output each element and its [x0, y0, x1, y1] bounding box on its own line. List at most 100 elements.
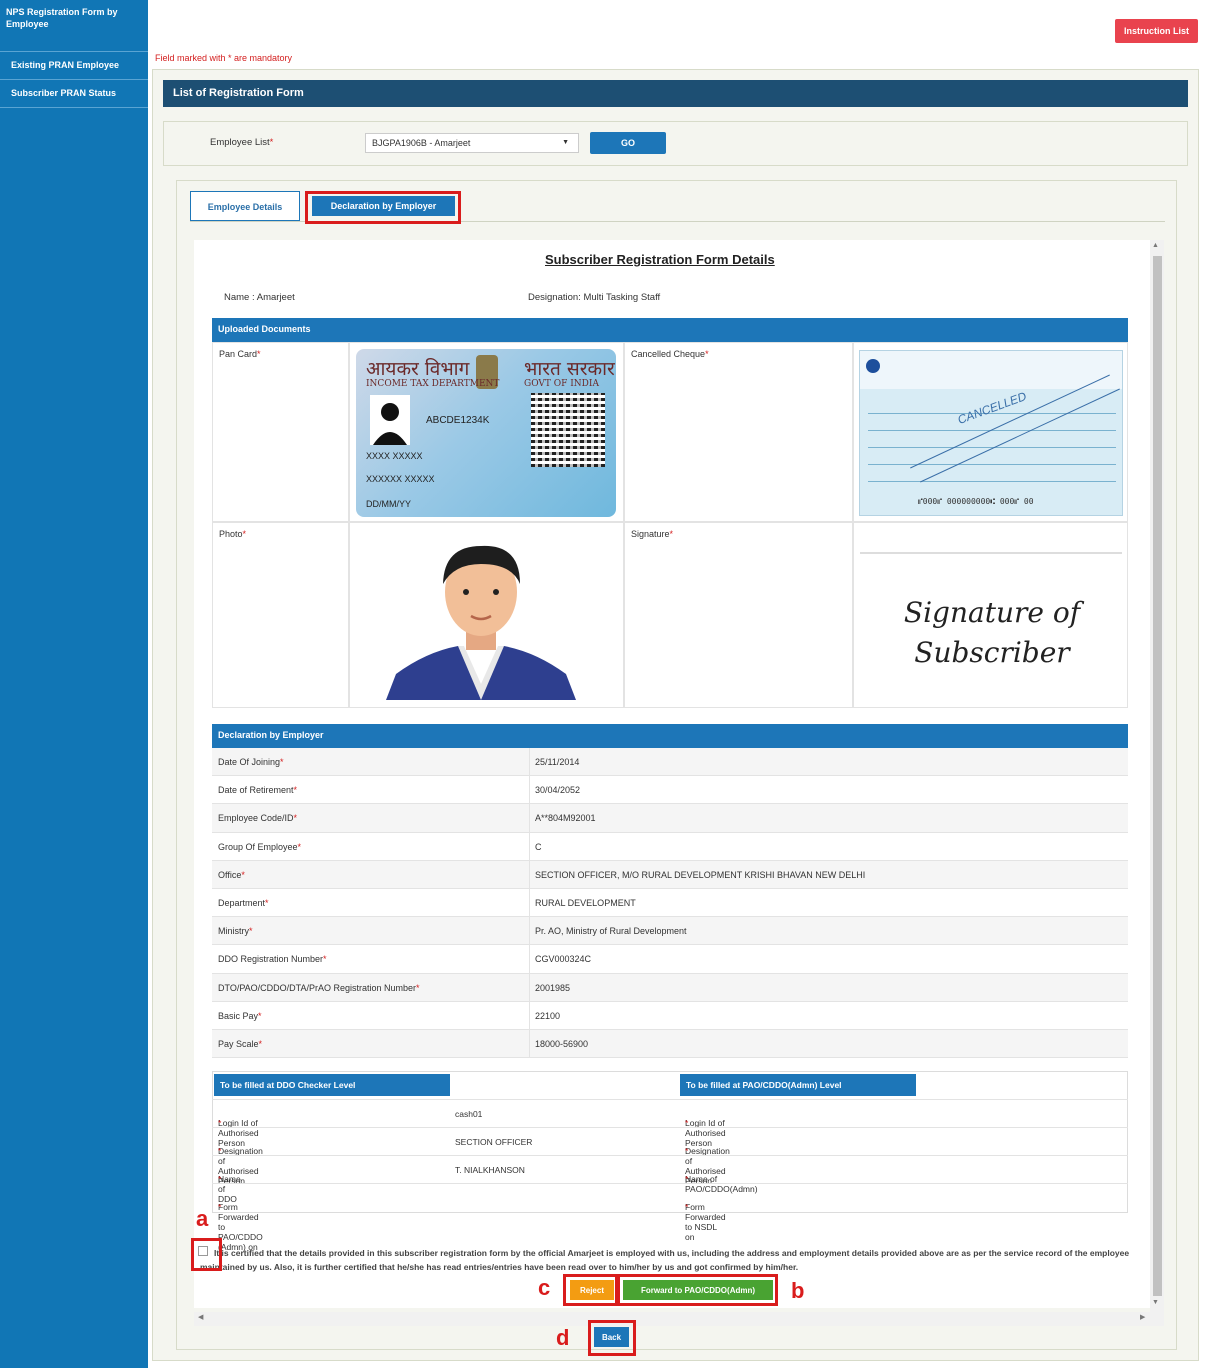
- qr-code-overlay: [531, 393, 605, 467]
- declaration-row: DTO/PAO/CDDO/DTA/PrAO Registration Numbe…: [212, 973, 1128, 1002]
- sidebar-item-nps-registration[interactable]: NPS Registration Form by Employee: [0, 0, 148, 52]
- highlight-box-tab: [305, 191, 461, 224]
- highlight-box-forward: [617, 1274, 778, 1306]
- signature-image: Signature of Subscriber: [903, 596, 1081, 669]
- pan-eng-left: INCOME TAX DEPARTMENT: [366, 379, 500, 389]
- declaration-row: Group Of Employee* C: [212, 832, 1128, 861]
- certification-text: It is certified that the details provide…: [200, 1248, 1130, 1272]
- cell-divider: [529, 973, 530, 1001]
- tab-employee-details[interactable]: Employee Details: [190, 191, 300, 221]
- checker-row: Designation of Authorised Person * SECTION…: [212, 1127, 1128, 1186]
- declaration-field-value: SECTION OFFICER, M/O RURAL DEVELOPMENT K…: [535, 869, 866, 880]
- highlight-box-back: [588, 1320, 636, 1356]
- panel-title: List of Registration Form: [163, 80, 1188, 107]
- cell-divider: [529, 776, 530, 804]
- declaration-field-label: Date of Retirement*: [218, 785, 298, 796]
- declaration-field-label: Office*: [218, 869, 245, 880]
- instruction-list-button[interactable]: Instruction List: [1115, 19, 1198, 43]
- sidebar-item-pran-status[interactable]: Subscriber PRAN Status: [0, 80, 148, 108]
- annotation-d: d: [556, 1325, 570, 1350]
- declaration-row: Department* RURAL DEVELOPMENT: [212, 888, 1128, 918]
- declaration-field-value: A**804M92001: [535, 813, 596, 824]
- declaration-field-label: Date Of Joining*: [218, 757, 284, 767]
- pan-card-image: आयकर विभाग भारत सरकार INCOME TAX DEPARTM…: [356, 349, 616, 517]
- declaration-row: Date Of Joining* 25/11/2014: [212, 748, 1128, 777]
- declaration-row: Basic Pay* 22100: [212, 1001, 1128, 1030]
- pao-level-header: To be filled at PAO/CDDO(Admn) Level: [680, 1074, 916, 1096]
- declaration-header: Declaration by Employer: [212, 724, 1128, 748]
- cell-divider: [529, 748, 530, 776]
- ddo-field-value: SECTION OFFICER: [455, 1137, 533, 1147]
- highlight-box-reject: [563, 1274, 618, 1306]
- scroll-down-icon[interactable]: ▼: [1152, 1299, 1159, 1306]
- subscriber-designation: Designation: Multi Tasking Staff: [528, 292, 661, 303]
- subscriber-name: Name : Amarjeet: [224, 292, 295, 303]
- checker-row: Name of DDO * T. NIALKHANSON Name of PAO/CD…: [212, 1155, 1128, 1204]
- declaration-field-label: Ministry*: [218, 926, 253, 937]
- pan-hindi-left: आयकर विभाग: [366, 358, 470, 380]
- declaration-field-label: Employee Code/ID*: [218, 813, 298, 824]
- cancelled-cheque-image: CANCELLED ⑈000⑈ 000000000⑆ 000⑈ 00: [859, 350, 1123, 516]
- ddo-field-value: T. NIALKHANSON: [455, 1165, 525, 1175]
- declaration-field-value: 22100: [535, 1010, 561, 1021]
- pan-dob: DD/MM/YY: [366, 499, 411, 509]
- subscriber-photo: [386, 534, 576, 700]
- ddo-field-value: cash01: [455, 1109, 483, 1119]
- annotation-a: a: [196, 1206, 209, 1231]
- pan-number: ABCDE1234K: [426, 415, 490, 426]
- declaration-field-label: DDO Registration Number*: [218, 954, 327, 965]
- checker-row: Form Forwarded to PAO/CDDO (Admn) on * For…: [212, 1183, 1128, 1252]
- declaration-field-value: 25/11/2014: [535, 757, 580, 767]
- sidebar: NPS Registration Form by Employee Existi…: [0, 0, 148, 1368]
- scroll-left-icon[interactable]: ◀: [198, 1313, 203, 1321]
- declaration-row: Pay Scale* 18000-56900: [212, 1029, 1128, 1059]
- ddo-checker-header: To be filled at DDO Checker Level: [214, 1074, 450, 1096]
- signature-label-cell: Signature*: [624, 522, 853, 708]
- highlight-box-checkbox: [191, 1238, 222, 1271]
- declaration-row: Date of Retirement* 30/04/2052: [212, 776, 1128, 805]
- cell-divider: [529, 917, 530, 945]
- cell-divider: [529, 832, 530, 860]
- declaration-field-value: 30/04/2052: [535, 785, 581, 796]
- photo-label-cell: Photo*: [212, 522, 349, 708]
- checker-row: Login Id of Authorised Person * cash01 Logi…: [212, 1099, 1128, 1148]
- cheque-micr: ⑈000⑈ 000000000⑆ 000⑈ 00: [918, 497, 1034, 506]
- horizontal-scrollbar[interactable]: [194, 1312, 1150, 1326]
- declaration-row: DDO Registration Number* CGV000324C: [212, 945, 1128, 974]
- annotation-c: c: [538, 1275, 551, 1300]
- signature-line: [860, 552, 1122, 554]
- employee-list-label: Employee List*: [210, 137, 274, 148]
- go-button[interactable]: GO: [590, 132, 666, 154]
- cell-divider: [529, 860, 530, 888]
- employee-select[interactable]: BJGPA1906B - Amarjeet ▼: [365, 133, 579, 153]
- declaration-field-value: 2001985: [535, 982, 571, 993]
- sidebar-item-existing-pran[interactable]: Existing PRAN Employee: [0, 52, 148, 80]
- declaration-row: Office* SECTION OFFICER, M/O RURAL DEVELO…: [212, 860, 1128, 889]
- declaration-field-value: C: [535, 841, 542, 852]
- cell-divider: [529, 888, 530, 917]
- declaration-field-label: Basic Pay*: [218, 1010, 262, 1021]
- declaration-field-value: CGV000324C: [535, 954, 592, 965]
- declaration-field-value: 18000-56900: [535, 1038, 589, 1049]
- declaration-row: Ministry* Pr. AO, Ministry of Rural Devel…: [212, 917, 1128, 946]
- form-title: Subscriber Registration Form Details: [545, 252, 775, 267]
- cell-divider: [529, 945, 530, 973]
- declaration-field-label: Pay Scale*: [218, 1038, 263, 1049]
- pan-eng-right: GOVT OF INDIA: [524, 379, 599, 389]
- scrollbar-thumb[interactable]: [1153, 256, 1162, 1296]
- cheque-label-cell: Cancelled Cheque*: [624, 342, 853, 522]
- declaration-field-value: Pr. AO, Ministry of Rural Development: [535, 926, 687, 937]
- mandatory-note: Field marked with * are mandatory: [155, 53, 293, 63]
- declaration-field-label: Group Of Employee*: [218, 841, 302, 852]
- pan-father-line: XXXXXX XXXXX: [366, 474, 435, 484]
- scroll-up-icon[interactable]: ▲: [1152, 242, 1159, 249]
- cell-divider: [529, 1001, 530, 1029]
- declaration-field-label: DTO/PAO/CDDO/DTA/PrAO Registration Numbe…: [218, 982, 420, 993]
- bank-logo-icon: [866, 359, 880, 373]
- scroll-right-icon[interactable]: ▶: [1140, 1313, 1145, 1321]
- declaration-row: Employee Code/ID* A**804M92001: [212, 804, 1128, 833]
- pan-hindi-right: भारत सरकार: [524, 358, 615, 380]
- cheque-header-strip: [860, 351, 1122, 389]
- declaration-table: Date Of Joining* 25/11/2014 Date of Retire…: [212, 748, 1128, 1059]
- pan-name-line: XXXX XXXXX: [366, 451, 423, 461]
